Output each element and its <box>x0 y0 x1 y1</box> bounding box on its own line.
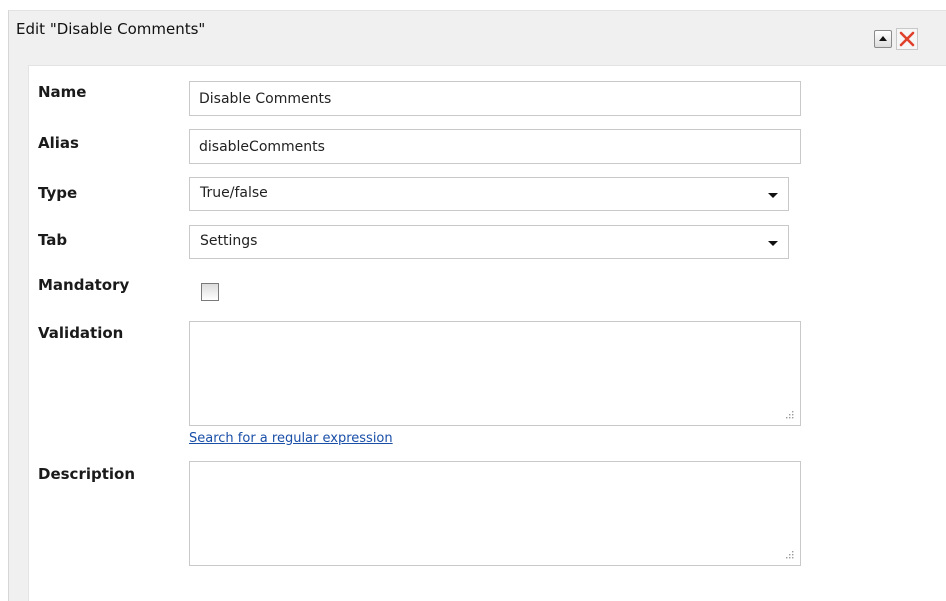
close-x-icon <box>899 31 915 47</box>
close-button[interactable] <box>896 28 918 50</box>
panel-title: Edit "Disable Comments" <box>16 20 206 38</box>
alias-input[interactable] <box>189 129 801 164</box>
mandatory-checkbox[interactable] <box>201 283 219 301</box>
description-textarea[interactable] <box>189 461 801 566</box>
collapse-button[interactable] <box>874 30 892 48</box>
resize-grip-icon[interactable] <box>785 410 794 419</box>
type-select-value: True/false <box>200 185 268 201</box>
validation-label: Validation <box>38 324 124 342</box>
type-label: Type <box>38 184 78 202</box>
dropdown-arrow-icon <box>768 193 778 198</box>
validation-textarea[interactable] <box>189 321 801 426</box>
tab-select[interactable]: Settings <box>189 225 789 259</box>
name-input[interactable] <box>189 81 801 116</box>
chevron-up-icon <box>879 36 887 41</box>
name-label: Name <box>38 83 87 101</box>
tab-select-value: Settings <box>200 233 258 249</box>
tab-label: Tab <box>38 231 68 249</box>
type-select[interactable]: True/false <box>189 177 789 211</box>
alias-label: Alias <box>38 134 79 152</box>
description-label: Description <box>38 465 136 483</box>
dropdown-arrow-icon <box>768 241 778 246</box>
search-regex-link[interactable]: Search for a regular expression <box>189 431 393 446</box>
resize-grip-icon[interactable] <box>785 550 794 559</box>
mandatory-label: Mandatory <box>38 276 130 294</box>
